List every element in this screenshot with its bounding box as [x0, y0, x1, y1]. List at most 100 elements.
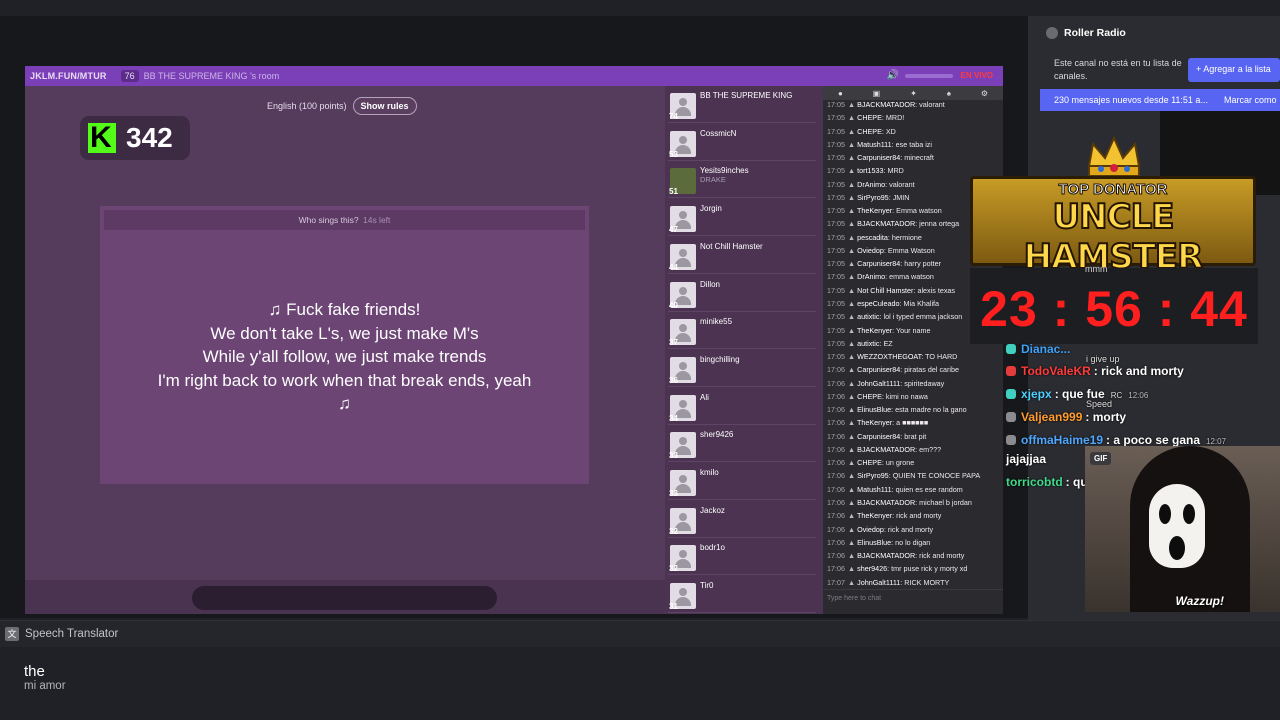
channel-note: Este canal no está en tu lista de canale… — [1054, 58, 1182, 81]
chat-user[interactable]: sher9426 — [857, 564, 887, 573]
chat-user[interactable]: CHEPE — [857, 127, 882, 136]
chat-user[interactable]: CHEPE — [857, 458, 882, 467]
players-tab-icon[interactable]: ▣ — [873, 89, 881, 98]
user-icon: ▲ — [848, 298, 858, 308]
chat-user[interactable]: Oviedop — [857, 525, 884, 534]
chat-user[interactable]: BJACKMATADOR — [857, 445, 915, 454]
chat-user[interactable]: DrAnimo — [857, 180, 885, 189]
chat-user[interactable]: DrAnimo — [857, 272, 885, 281]
chat-time: 17:05 — [827, 325, 845, 335]
player-name: Not Chill Hamster — [700, 241, 763, 251]
chat-user[interactable]: Matush111 — [857, 140, 892, 149]
player-row[interactable]: BB THE SUPREME KING 74 — [668, 88, 816, 123]
speech-translator-panel: 文 Speech Translator the mi amor — [0, 620, 1280, 720]
player-name: Jackoz — [700, 505, 725, 515]
player-score: 51 — [669, 187, 678, 197]
player-name: Yesits9inches — [700, 166, 749, 176]
volume-slider[interactable] — [905, 74, 953, 78]
chat-text: Your name — [896, 325, 931, 335]
chat-user[interactable]: CHEPE — [857, 113, 882, 122]
player-row[interactable]: bingchilling 36 — [668, 352, 816, 387]
chat-time: 17:06 — [827, 365, 845, 375]
chat-user[interactable]: SirPyro95 — [857, 193, 889, 202]
chat-message: 17:05 ▲ Matush111: ese taba izi — [827, 138, 999, 151]
player-name: Ali — [700, 392, 709, 402]
chat-time: 17:05 — [827, 113, 845, 123]
user-icon: ▲ — [848, 325, 857, 335]
player-row[interactable]: Yesits9inches DRAKE 51 — [668, 163, 816, 199]
player-row[interactable]: sher9426 33 — [668, 427, 816, 463]
game-tab-icon[interactable]: ♠ — [947, 89, 951, 98]
answer-input[interactable] — [192, 586, 497, 610]
player-row[interactable]: bodr1o 32 — [668, 540, 816, 576]
chat-input[interactable]: Type here to chat — [823, 589, 1003, 614]
player-row[interactable]: Jorgin 47 — [668, 201, 816, 237]
chat-user[interactable]: SirPyro95 — [857, 471, 889, 480]
chat-user[interactable]: Carpuniser84 — [857, 153, 900, 162]
chat-user[interactable]: ElinusBlue — [857, 538, 891, 547]
chat-user[interactable]: Carpuniser84 — [857, 365, 900, 374]
chat-user[interactable]: CHEPE — [857, 392, 882, 401]
chat-user[interactable]: BJACKMATADOR — [857, 498, 915, 507]
question-timer: 14s left — [362, 215, 391, 225]
chat-user[interactable]: Not Chill Hamster — [857, 286, 913, 295]
chat-user[interactable]: BJACKMATADOR — [857, 551, 915, 560]
chat-user[interactable]: autixtic — [857, 312, 879, 321]
chat-text: un grone — [885, 458, 915, 468]
chat-user[interactable]: tort1533 — [857, 166, 883, 175]
chat-tab-icon[interactable]: ● — [838, 89, 843, 98]
chat-user[interactable]: TheKenyer — [857, 206, 892, 215]
chat-user[interactable]: Oviedop — [857, 246, 884, 255]
chat-message: 17:06 ▲ SirPyro95: QUIEN TE CONOCE PAPA — [827, 469, 999, 482]
chat-time: 17:05 — [827, 179, 845, 189]
add-to-list-button[interactable]: + Agregar a la lista — [1188, 58, 1280, 82]
chat-user[interactable]: TheKenyer — [857, 326, 892, 335]
show-rules-button[interactable]: Show rules — [352, 97, 417, 115]
score-value: 342 — [126, 122, 173, 153]
overlay-chat-message: TodoValeKR: rick and morty — [1000, 364, 1184, 378]
channel-header: Roller Radio — [1046, 27, 1126, 39]
avatar-head-icon — [679, 286, 687, 295]
chat-time: 17:05 — [827, 206, 845, 216]
player-row[interactable]: Tir0 31 — [668, 578, 816, 614]
chat-user[interactable]: JohnGalt1111 — [857, 379, 900, 388]
chat-user[interactable]: pescadita — [857, 233, 888, 242]
channel-name[interactable]: Roller Radio — [1064, 27, 1126, 39]
chat-user[interactable]: JohnGalt1111 — [857, 578, 900, 587]
chat-user[interactable]: TheKenyer — [857, 418, 892, 427]
chat-user[interactable]: Carpuniser84 — [857, 259, 900, 268]
chat-time: 17:06 — [827, 391, 845, 401]
gear-icon[interactable]: ⚙ — [981, 89, 988, 98]
chat-user[interactable]: BJACKMATADOR — [857, 219, 915, 228]
chat-user[interactable]: BJACKMATADOR — [857, 100, 915, 109]
new-messages-bar[interactable]: 230 mensajes nuevos desde 11:51 a... Mar… — [1040, 89, 1280, 111]
chat-user[interactable]: autixtic — [857, 339, 879, 348]
player-row[interactable]: Not Chill Hamster 44 — [668, 239, 816, 274]
site-brand[interactable]: JKLM.FUN/MTUR — [25, 71, 107, 81]
chat-user[interactable]: Matush111 — [857, 485, 892, 494]
chat-message: 17:06 ▲ ElinusBlue: no lo digan — [827, 536, 999, 549]
player-row[interactable]: Dillon 40 — [668, 277, 816, 312]
chat-user[interactable]: espeCuleado — [857, 299, 899, 308]
overlay-time: 12:07 — [1206, 437, 1227, 446]
badge-icon — [1006, 366, 1016, 376]
chat-user[interactable]: WEZZOXTHEGOAT — [857, 352, 921, 361]
player-row[interactable]: Ali 34 — [668, 390, 816, 425]
player-row[interactable]: Jackoz 32 — [668, 503, 816, 538]
player-row[interactable]: CossmicN 53 — [668, 126, 816, 161]
chat-user[interactable]: Carpuniser84 — [857, 432, 900, 441]
user-icon: ▲ — [848, 245, 858, 255]
overlay-chat-message: xjepx: que fue RC 12:06 Speed — [1000, 387, 1148, 409]
chat-user[interactable]: ElinusBlue — [857, 405, 891, 414]
avatar-head-icon — [679, 588, 687, 597]
user-icon: ▲ — [848, 551, 858, 561]
speaker-icon[interactable]: 🔊 — [887, 70, 899, 81]
mode-label: English (100 points) — [267, 101, 347, 111]
player-row[interactable]: minike55 37 — [668, 314, 816, 350]
chat-user[interactable]: TheKenyer — [857, 511, 892, 520]
settings-tab-icon[interactable]: ✦ — [910, 89, 917, 98]
overlay-chat-message: jajajjaa — [1000, 452, 1049, 466]
player-row[interactable]: kmilo 33 — [668, 465, 816, 500]
chat-message: 17:06 ▲ sher9426: tmr puse rick y morty x… — [827, 562, 999, 575]
mark-read-button[interactable]: Marcar como — [1224, 95, 1277, 105]
